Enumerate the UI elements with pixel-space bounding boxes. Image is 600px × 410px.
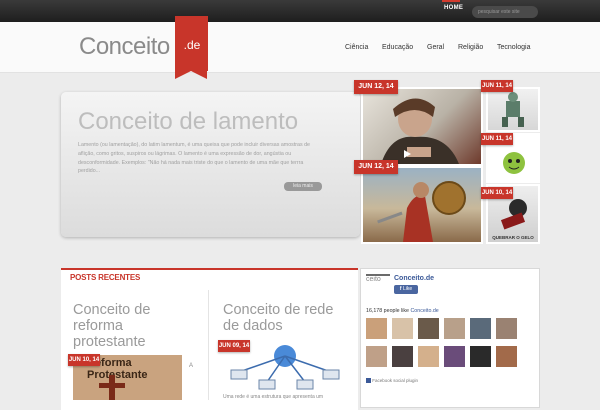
post-title[interactable]: Conceito de reforma protestante <box>73 302 198 350</box>
date-tag: JUN 10, 14 <box>481 187 513 199</box>
lament-photo <box>381 98 459 164</box>
gallery-caption: QUEBRAR O GELO <box>492 235 534 240</box>
post-title[interactable]: Conceito de rede de dados <box>223 302 348 334</box>
post-snippet-start: A <box>189 363 194 369</box>
facebook-icon <box>366 378 371 384</box>
gallery-image-warrior[interactable] <box>361 166 483 244</box>
avatar[interactable] <box>470 318 491 339</box>
home-link[interactable]: HOME <box>444 5 463 11</box>
facebook-plugin-label: Facebook social plugin <box>366 378 419 384</box>
avatar[interactable] <box>496 346 517 367</box>
plugin-label-text: Facebook social plugin <box>372 378 419 383</box>
robot-photo <box>502 92 524 127</box>
post-snippet: Uma rede é uma estrutura que apresenta u… <box>223 394 324 400</box>
warrior-photo <box>377 181 466 242</box>
featured-post-excerpt: Lamento (ou lamentação), do latim lament… <box>78 142 311 175</box>
date-tag: JUN 12, 14 <box>354 80 398 94</box>
nav-geral[interactable]: Geral <box>427 44 444 51</box>
date-tag: JUN 10, 14 <box>68 354 100 366</box>
nav-religiao[interactable]: Religião <box>458 44 483 51</box>
date-tag: JUN 11, 14 <box>481 133 513 145</box>
site-logo[interactable]: Conceito <box>79 33 170 61</box>
facebook-like-button[interactable]: f Like <box>394 285 418 294</box>
logo-tld: .de <box>183 38 201 52</box>
facebook-page-link[interactable]: Conceito.de <box>410 308 438 314</box>
avatar[interactable] <box>418 318 439 339</box>
read-more-button[interactable]: leia mais <box>284 182 322 191</box>
facebook-page-name[interactable]: Conceito.de <box>394 275 434 282</box>
featured-post-title[interactable]: Conceito de lamento <box>78 108 298 136</box>
nav-ciencia[interactable]: Ciência <box>345 44 368 51</box>
play-icon[interactable] <box>404 150 411 158</box>
avatar[interactable] <box>392 346 413 367</box>
avatar[interactable] <box>366 318 387 339</box>
avatar[interactable] <box>366 346 387 367</box>
gallery-image-lament[interactable] <box>361 87 483 166</box>
avatar[interactable] <box>496 318 517 339</box>
avatar[interactable] <box>470 346 491 367</box>
recent-posts-heading: POSTS RECENTES <box>70 273 141 282</box>
search-input[interactable] <box>472 6 538 18</box>
gallery-image-robot[interactable] <box>486 87 540 132</box>
home-active-marker <box>442 0 460 2</box>
avatar[interactable] <box>444 346 465 367</box>
avatar[interactable] <box>392 318 413 339</box>
nav-tecnologia[interactable]: Tecnologia <box>497 44 530 51</box>
date-tag: JUN 12, 14 <box>354 160 398 174</box>
facebook-like-count: 16,178 people like Conceito.de <box>366 308 439 314</box>
like-label: Like <box>402 286 413 292</box>
facebook-icon: f <box>399 286 402 292</box>
date-tag: JUN 09, 14 <box>218 340 250 352</box>
nav-educacao[interactable]: Educação <box>382 44 413 51</box>
facebook-page-logo[interactable]: ceito <box>366 274 390 294</box>
date-tag: JUN 11, 14 <box>481 80 513 92</box>
avatar[interactable] <box>418 346 439 367</box>
column-divider <box>208 290 209 400</box>
avatar[interactable] <box>444 318 465 339</box>
like-count-text: 16,178 people like <box>366 308 409 314</box>
